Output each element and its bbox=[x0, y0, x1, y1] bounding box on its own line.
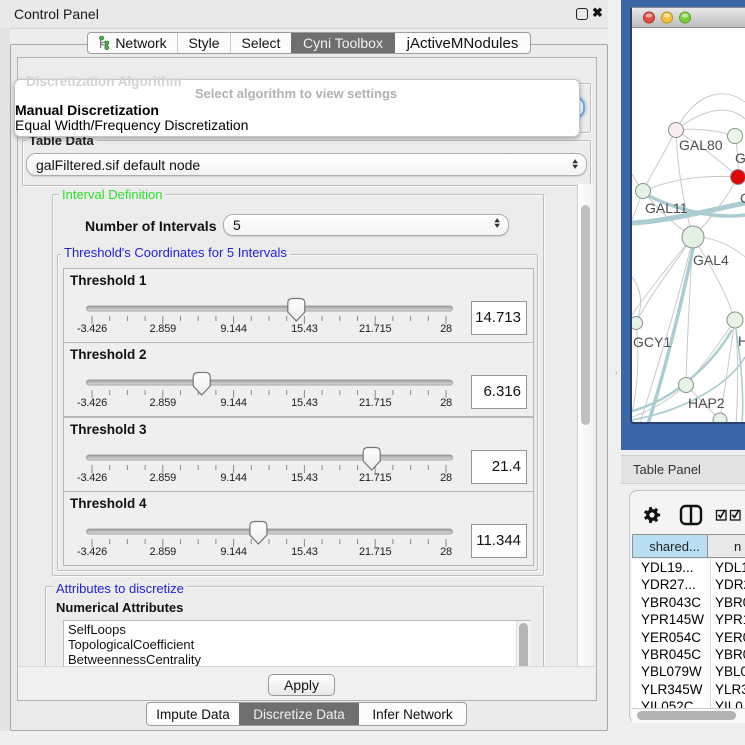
svg-text:GA: GA bbox=[735, 150, 745, 166]
svg-text:H: H bbox=[738, 333, 745, 349]
svg-text:C: C bbox=[740, 190, 745, 206]
svg-text:GAL4: GAL4 bbox=[693, 252, 729, 268]
svg-text:HAP2: HAP2 bbox=[688, 395, 725, 411]
svg-text:GCY1: GCY1 bbox=[633, 334, 671, 350]
svg-text:GAL80: GAL80 bbox=[679, 137, 723, 153]
svg-text:GAL11: GAL11 bbox=[645, 200, 688, 216]
